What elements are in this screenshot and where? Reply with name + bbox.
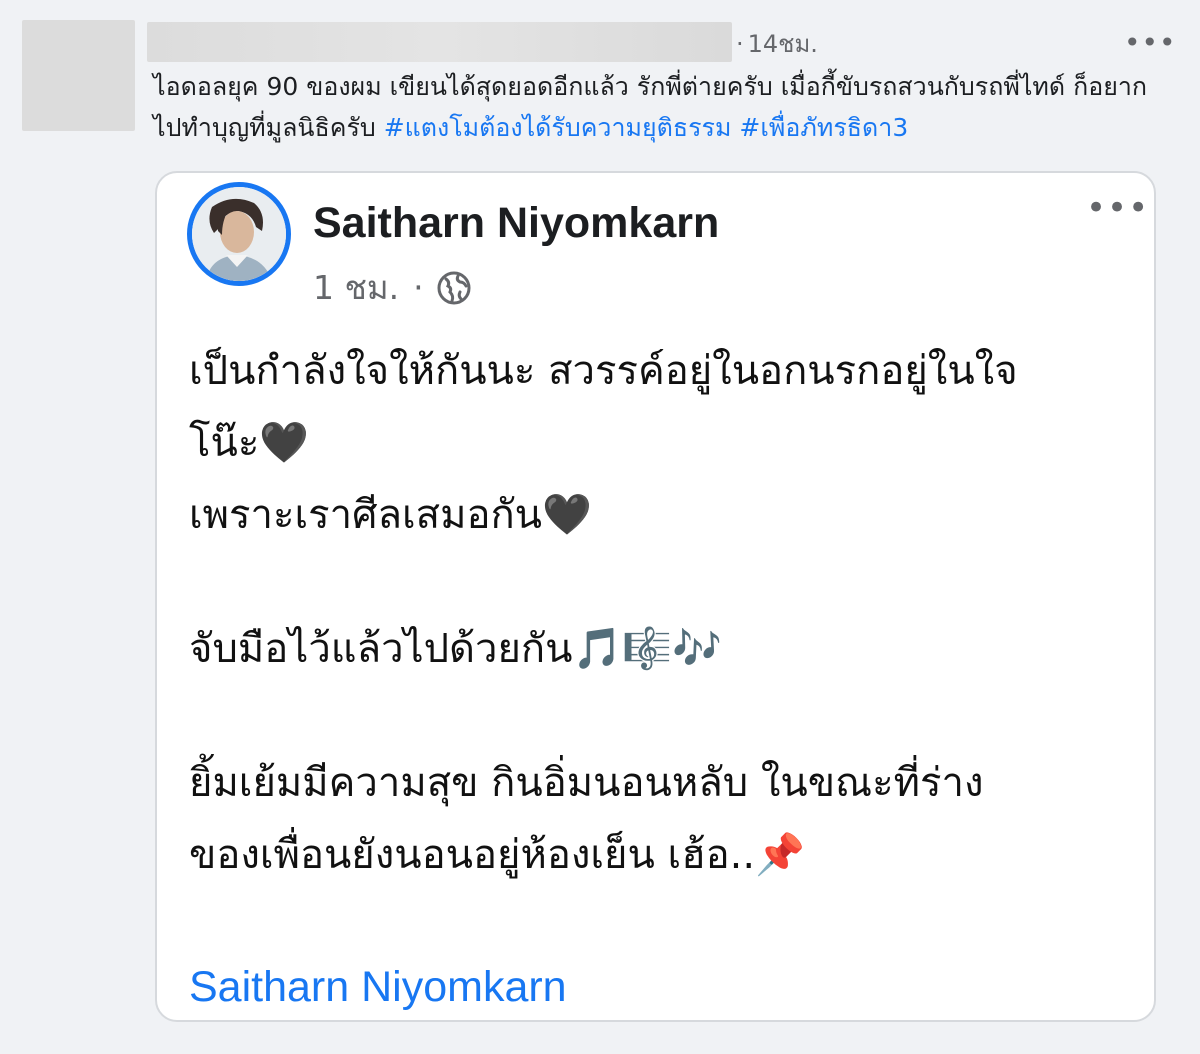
shared-post-line: จับมือไว้แล้วไปด้วยกัน🎵🎼🎶 [189, 626, 722, 672]
shared-author-name[interactable]: Saitharn Niyomkarn [313, 195, 719, 251]
shared-post-line: ของเพื่อนยังนอนอยู่ห้องเย็น เฮ้อ..📌 [189, 832, 805, 878]
shared-post-line: โน๊ะ🖤 [189, 420, 310, 466]
shared-post-author-link[interactable]: Saitharn Niyomkarn [189, 959, 567, 1015]
more-options-icon[interactable]: ••• [1124, 28, 1177, 58]
post-timestamp[interactable]: · 14ชม. [736, 26, 818, 62]
shared-post-meta: 1 ชม. · [313, 266, 472, 310]
shared-post-card[interactable]: Saitharn Niyomkarn ••• 1 ชม. · เป็นกำลัง… [155, 171, 1156, 1022]
separator-dot: · [413, 268, 424, 307]
avatar-photo-icon [192, 187, 286, 281]
hashtag-link[interactable]: #เพื่อภัทรธิดา3 [739, 113, 908, 142]
shared-post-time[interactable]: 1 ชม. [313, 266, 399, 310]
blurred-avatar[interactable] [22, 20, 135, 131]
post-time-text: 14ชม. [747, 30, 818, 58]
facebook-post: · 14ชม. ••• ไอดอลยุค 90 ของผม เขียนได้สุด… [0, 0, 1200, 1054]
blurred-author-name[interactable] [147, 22, 732, 62]
line-spacer [189, 551, 1139, 613]
shared-post-line: เป็นกำลังใจให้กันนะ สวรรค์อยู่ในอกนรกอยู… [189, 348, 1018, 394]
shared-post-line: ยิ้มเย้มมีความสุข กินอิ่มนอนหลับ ในขณะที… [189, 760, 984, 806]
shared-post-body: เป็นกำลังใจให้กันนะ สวรรค์อยู่ในอกนรกอยู… [189, 335, 1139, 891]
shared-author-avatar[interactable] [187, 182, 291, 286]
hashtag-link[interactable]: #แตงโมต้องได้รับความยุติธรรม [384, 113, 732, 142]
globe-icon[interactable] [436, 270, 472, 306]
post-caption: ไอดอลยุค 90 ของผม เขียนได้สุดยอดอีกแล้ว … [153, 66, 1163, 148]
line-spacer [189, 685, 1139, 747]
separator-dot: · [736, 30, 744, 58]
shared-post-line: เพราะเราศีลเสมอกัน🖤 [189, 492, 592, 538]
shared-more-options-icon[interactable]: ••• [1086, 191, 1149, 225]
